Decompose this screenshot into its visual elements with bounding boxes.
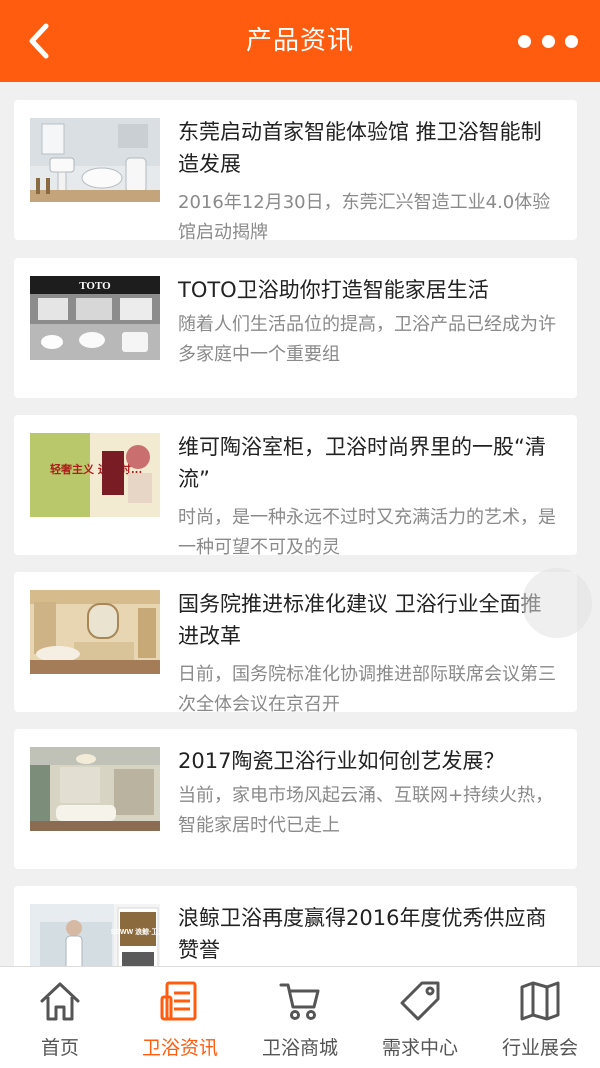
tab-label: 首页 [40, 1037, 79, 1059]
news-item[interactable]: TOTO TOTO卫浴助你打造智能家居生活 随着人们生活品位的提高，卫浴产品已经… [14, 258, 577, 398]
article-summary: 时尚，是一种永远不过时又充满活力的艺术，是一种可望不可及的灵 [178, 507, 556, 555]
tag-icon [400, 981, 440, 1021]
article-thumbnail [30, 118, 160, 202]
news-item[interactable]: SSWW 浪鲸·卫浴 浪鲸卫浴再度赢得2016年度优秀供应商赞誉 [14, 886, 577, 966]
tab-demand[interactable]: 需求中心 [360, 967, 480, 1068]
article-thumbnail: SSWW 浪鲸·卫浴 [30, 904, 160, 966]
article-thumbnail: TOTO [30, 276, 160, 360]
article-title: 东莞启动首家智能体验馆 推卫浴智能制造发展 [178, 120, 542, 176]
cart-icon [279, 983, 320, 1020]
article-summary: 日前，国务院标准化协调推进部际联席会议第三次全体会议在京召开 [178, 664, 556, 712]
article-thumbnail [30, 590, 160, 674]
page-title: 产品资讯 [245, 26, 354, 56]
article-summary: 2016年12月30日，东莞汇兴智造工业4.0体验馆启动揭牌 [178, 192, 551, 240]
article-title: 浪鲸卫浴再度赢得2016年度优秀供应商赞誉 [178, 906, 547, 962]
news-item[interactable]: 2017陶瓷卫浴行业如何创艺发展？ 当前，家电市场风起云涌、互联网+持续火热，智… [14, 729, 577, 869]
tab-label: 需求中心 [381, 1037, 458, 1059]
article-thumbnail: 轻奢主义 进行时... [30, 433, 160, 517]
floating-assistive-button[interactable] [522, 568, 592, 638]
more-button[interactable] [518, 26, 578, 56]
tab-home[interactable]: 首页 [0, 967, 120, 1068]
article-title: 2017陶瓷卫浴行业如何创艺发展？ [178, 749, 505, 773]
news-icon [160, 981, 197, 1021]
news-item[interactable]: 东莞启动首家智能体验馆 推卫浴智能制造发展 2016年12月30日，东莞汇兴智造… [14, 100, 577, 240]
tab-news[interactable]: 卫浴资讯 [120, 967, 240, 1068]
app-header: 产品资讯 [0, 0, 600, 82]
map-icon [520, 981, 560, 1021]
article-summary: 随着人们生活品位的提高，卫浴产品已经成为许多家庭中一个重要组 [178, 314, 556, 365]
article-title: 国务院推进标准化建议 卫浴行业全面推进改革 [178, 592, 542, 648]
bottom-tab-bar: 首页 卫浴资讯 卫浴商城 需求中心 行业展会 [0, 966, 600, 1068]
tab-expo[interactable]: 行业展会 [480, 967, 600, 1068]
tab-label: 卫浴商城 [261, 1037, 338, 1059]
news-list[interactable]: 东莞启动首家智能体验馆 推卫浴智能制造发展 2016年12月30日，东莞汇兴智造… [0, 82, 600, 966]
article-title: TOTO卫浴助你打造智能家居生活 [178, 278, 489, 302]
article-thumbnail [30, 747, 160, 831]
more-dots-icon [518, 34, 531, 48]
article-title: 维可陶浴室柜，卫浴时尚界里的一股“清流” [178, 435, 546, 491]
tab-label: 行业展会 [501, 1037, 578, 1059]
ssww-logo: SSWW 浪鲸·卫浴 [111, 927, 160, 936]
news-item[interactable]: 轻奢主义 进行时... 维可陶浴室柜，卫浴时尚界里的一股“清流” 时尚，是一种永… [14, 415, 577, 555]
tab-mall[interactable]: 卫浴商城 [240, 967, 360, 1068]
news-item[interactable]: 国务院推进标准化建议 卫浴行业全面推进改革 日前，国务院标准化协调推进部际联席会… [14, 572, 577, 712]
article-summary: 当前，家电市场风起云涌、互联网+持续火热，智能家居时代已走上 [178, 785, 554, 836]
home-icon [40, 982, 80, 1021]
toto-logo: TOTO [79, 280, 111, 292]
tab-label: 卫浴资讯 [141, 1037, 218, 1059]
